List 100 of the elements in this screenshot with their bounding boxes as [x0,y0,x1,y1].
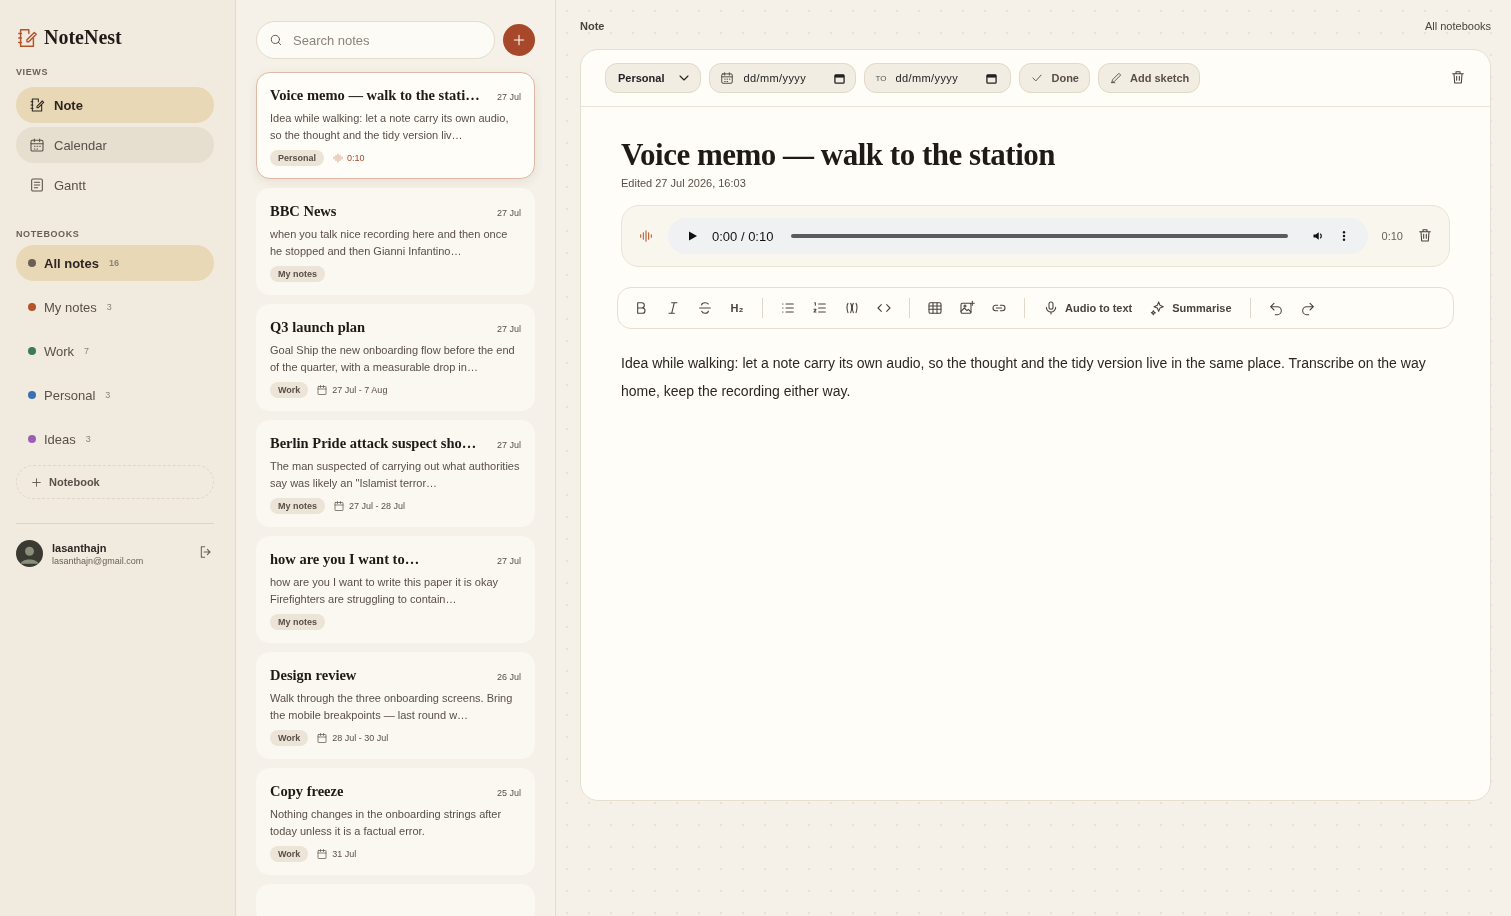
play-button[interactable] [686,230,698,242]
calendar-icon [720,71,735,85]
note-card[interactable]: Berlin Pride attack suspect sho… 27 Jul The man suspected of carrying out what authorities say was likely an "Islamist terror… My notes 27 Jul - 28 Jul [256,420,535,527]
calendar-icon [29,137,45,153]
note-preview: Nothing changes in the onboarding strings after today unless it is a factual error. [270,807,503,839]
date-range: 28 Jul - 30 Jul [332,733,389,743]
table-icon [927,300,943,316]
note-title: Voice memo — walk to the stati… [270,87,480,104]
notebook-tag: Work [270,846,309,862]
note-date: 25 Jul [496,788,521,798]
search-field[interactable]: Search notes [256,21,495,59]
view-item[interactable]: Note [16,87,214,123]
notebook-icon [29,97,45,113]
date-range: 27 Jul - 28 Jul [349,501,406,511]
date-picker-icon [986,72,998,84]
calendar-icon [316,848,329,860]
speaker-icon [1311,230,1324,242]
note-title: Berlin Pride attack suspect sho… [270,435,477,452]
notebook-item[interactable]: My notes 3 [16,289,214,325]
note-title: Voice memo — walk to the station [621,137,1057,173]
notebook-item[interactable]: Personal 3 [16,377,214,413]
avatar [16,540,43,567]
date-field[interactable]: dd/mm/yyyy [709,63,857,93]
notebook-tag: Work [270,382,309,398]
view-item[interactable]: Gantt [16,167,214,203]
notebook-count: 3 [105,390,111,400]
edited-timestamp: Edited 27 Jul 2026, 16:03 [621,177,747,189]
note-date: 27 Jul [496,440,521,450]
add-sketch-button[interactable]: Add sketch [1097,63,1201,93]
note-preview: The man suspected of carrying out what authorities say was likely an "Islamist terror… [270,459,521,491]
view-item[interactable]: Calendar [16,127,214,163]
notebook-item[interactable]: Ideas 3 [16,421,214,457]
calendar-icon [316,732,329,744]
notebook-select[interactable]: Personal [605,63,702,93]
notebook-tag: My notes [270,266,325,282]
notebook-tag: Personal [270,150,325,166]
notebook-name: Ideas [44,431,76,447]
note-preview: Idea while walking: let a note carry its own audio, so the thought and the tidy version liv… [270,111,510,143]
notebook-name: Personal [44,387,96,403]
notebook-item[interactable]: All notes 16 [16,245,214,281]
volume-button[interactable] [1311,230,1324,242]
notebook-count: 3 [85,434,91,444]
notebook-name: All notes [44,255,99,271]
user-name: lasanthajn [52,541,108,554]
note-card[interactable]: how are you I want to… 27 Jul how are you I want to write this paper it is okay Firefighters are struggling to contain… My notes [256,536,535,643]
done-button[interactable]: Done [1019,63,1090,93]
waveform-icon [638,228,654,244]
notebook-name: Work [44,343,75,359]
note-preview: Goal Ship the new onboarding flow before the end of the quarter, with a measurable drop in… [270,343,516,375]
mic-action-button[interactable]: Audio to text [1037,294,1139,322]
note-date: 27 Jul [496,208,521,218]
date-picker-icon [834,72,846,84]
audio-duration: 0:10 [347,153,365,163]
date-range: 27 Jul - 7 Aug [332,385,388,395]
section-heading: NOTEBOOKS [16,229,81,239]
note-title: how are you I want to… [270,551,420,568]
heading-button[interactable]: H₂ [724,294,750,322]
note-body: Idea while walking: let a note carry its own audio, so the thought and the tidy version live in the same place. Transcribe on the way home, keep the recording either way. [621,354,1427,401]
delete-icon [1417,226,1433,243]
date-input[interactable]: dd/mm/yyyy [893,71,980,85]
redo-icon [1299,300,1316,316]
italic-icon [665,300,681,316]
strikethrough-icon [697,300,713,316]
play-icon [686,230,698,242]
microphone-icon [1043,300,1059,316]
notebook-count: 3 [106,302,112,312]
date-field[interactable]: TO dd/mm/yyyy [864,63,1012,93]
pencil-icon [1108,71,1123,85]
note-preview: how are you I want to write this paper it is okay Firefighters are struggling to contain… [270,575,500,607]
progress-track[interactable] [791,234,1288,238]
scope-label: All notebooks [1424,20,1491,32]
note-date: 27 Jul [496,556,521,566]
search-input[interactable]: Search notes [291,31,482,49]
note-date: 26 Jul [496,672,521,682]
notebook-count: 7 [84,346,90,356]
notebook-item[interactable]: Work 7 [16,333,214,369]
note-title: Design review [270,667,357,684]
user-email: lasanthajn@gmail.com [52,555,145,566]
note-card[interactable]: Design review 26 Jul Walk through the three onboarding screens. Bring the mobile breakpoints — last round w… Work 28 Jul - 30 Jul [256,652,535,759]
note-card[interactable]: Copy freeze 25 Jul Nothing changes in the onboarding strings after today unless it is a factual error. Work 31 Jul [256,768,535,875]
notebook-tag: My notes [270,498,325,514]
notebook-logo-icon [16,26,38,49]
sparkle-action-button[interactable]: Summarise [1144,294,1238,322]
note-date: 27 Jul [496,324,521,334]
bullet-list-icon [780,300,796,316]
waveform-icon [332,152,345,164]
plus-icon [511,32,527,48]
note-preview: when you talk nice recording here and then once he stopped and then Gianni Infantino… [270,227,509,259]
note-preview: Walk through the three onboarding screens. Bring the mobile breakpoints — last round w… [270,691,514,723]
calendar-icon [333,500,345,512]
note-card[interactable]: BBC News 27 Jul when you talk nice recording here and then once he stopped and then Gianni Infantino… My notes [256,188,535,295]
note-card[interactable]: Q3 launch plan 27 Jul Goal Ship the new onboarding flow before the end of the quarter, with a measurable drop in… Work 27 Jul - 7 Aug [256,304,535,411]
plus-icon [30,475,43,489]
note-card[interactable]: Voice memo — walk to the stati… 27 Jul Idea while walking: let a note carry its own audio, so the thought and the tidy version liv… Personal 0:10 [256,72,535,179]
note-title: Copy freeze [270,783,344,800]
new-note-button[interactable] [503,24,535,56]
image-add-icon [959,300,975,316]
app-name: NoteNest [44,26,122,49]
numbered-list-icon [812,300,828,316]
date-input[interactable]: dd/mm/yyyy [741,71,828,85]
